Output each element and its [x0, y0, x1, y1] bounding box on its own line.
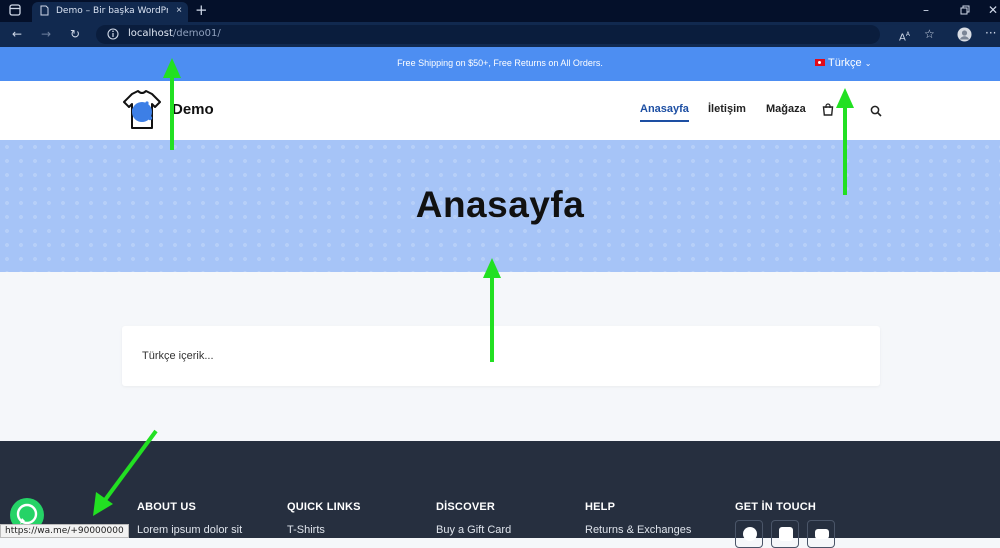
browser-tab[interactable]: Demo – Bir başka WordPress sitesi ×	[32, 2, 188, 22]
search-icon[interactable]	[870, 104, 882, 122]
browser-tab-bar: Demo – Bir başka WordPress sitesi × + – …	[0, 0, 1000, 22]
facebook-icon[interactable]	[735, 520, 763, 548]
turkey-flag-icon	[815, 59, 825, 66]
read-aloud-icon[interactable]: AA	[899, 28, 910, 45]
language-switcher[interactable]: Türkçe ⌄	[815, 57, 871, 69]
footer-link-returns[interactable]: Returns & Exchanges	[585, 524, 691, 536]
page-title: Anasayfa	[415, 184, 585, 225]
footer-about-text: Lorem ipsum dolor sit	[137, 524, 243, 536]
site-title[interactable]: Demo	[172, 101, 214, 118]
instagram-icon[interactable]	[771, 520, 799, 548]
footer-link-tshirts[interactable]: T-Shirts	[287, 524, 325, 536]
restore-icon[interactable]	[960, 4, 970, 18]
nav-active-underline	[640, 120, 689, 122]
minimize-icon[interactable]: –	[923, 3, 929, 17]
refresh-icon[interactable]: ↻	[70, 27, 80, 41]
site-logo[interactable]	[120, 88, 164, 132]
url-field[interactable]: localhost/demo01/	[96, 25, 880, 44]
site-footer: ABOUT US Lorem ipsum dolor sit QUICK LIN…	[0, 441, 1000, 548]
more-menu-icon[interactable]: ···	[985, 26, 996, 40]
url-text: localhost/demo01/	[128, 28, 221, 39]
site-header: Demo Anasayfa İletişim Mağaza	[0, 81, 1000, 140]
new-tab-button[interactable]: +	[195, 3, 208, 18]
language-label: Türkçe	[828, 57, 862, 69]
page-icon	[40, 5, 49, 19]
close-window-icon[interactable]: ✕	[988, 3, 998, 17]
chevron-down-icon: ⌄	[864, 59, 872, 68]
url-path: /demo01/	[172, 28, 221, 39]
nav-home[interactable]: Anasayfa	[640, 103, 689, 115]
announcement-bar: Free Shipping on $50+, Free Returns on A…	[0, 47, 1000, 81]
footer-heading-get-in-touch: GET İN TOUCH	[735, 501, 817, 513]
nav-contact[interactable]: İletişim	[708, 103, 746, 115]
footer-heading-about: ABOUT US	[137, 501, 197, 513]
nav-shop[interactable]: Mağaza	[766, 103, 806, 115]
tab-title: Demo – Bir başka WordPress sitesi	[56, 6, 168, 16]
footer-heading-discover: DİSCOVER	[436, 501, 496, 513]
footer-heading-quick-links: QUICK LINKS	[287, 501, 361, 513]
profile-avatar-icon[interactable]	[957, 27, 972, 45]
footer-link-gift-card[interactable]: Buy a Gift Card	[436, 524, 511, 536]
url-host: localhost	[128, 28, 173, 39]
back-icon[interactable]: ←	[12, 27, 22, 41]
status-bar-url: https://wa.me/+90000000	[0, 524, 129, 538]
site-info-icon[interactable]	[107, 28, 119, 43]
cart-icon[interactable]	[822, 103, 834, 121]
address-bar-row: ← → ↻ localhost/demo01/ AA ☆ ···	[0, 22, 1000, 47]
footer-heading-help: HELP	[585, 501, 616, 513]
content-card: Türkçe içerik...	[122, 326, 880, 386]
forward-icon[interactable]: →	[41, 27, 51, 41]
page-hero: Anasayfa	[0, 140, 1000, 272]
favorites-icon[interactable]: ☆	[924, 27, 935, 41]
tab-close-button[interactable]: ×	[176, 5, 182, 16]
content-text: Türkçe içerik...	[142, 350, 214, 362]
tab-actions-icon[interactable]	[9, 4, 21, 19]
youtube-icon[interactable]	[807, 520, 835, 548]
